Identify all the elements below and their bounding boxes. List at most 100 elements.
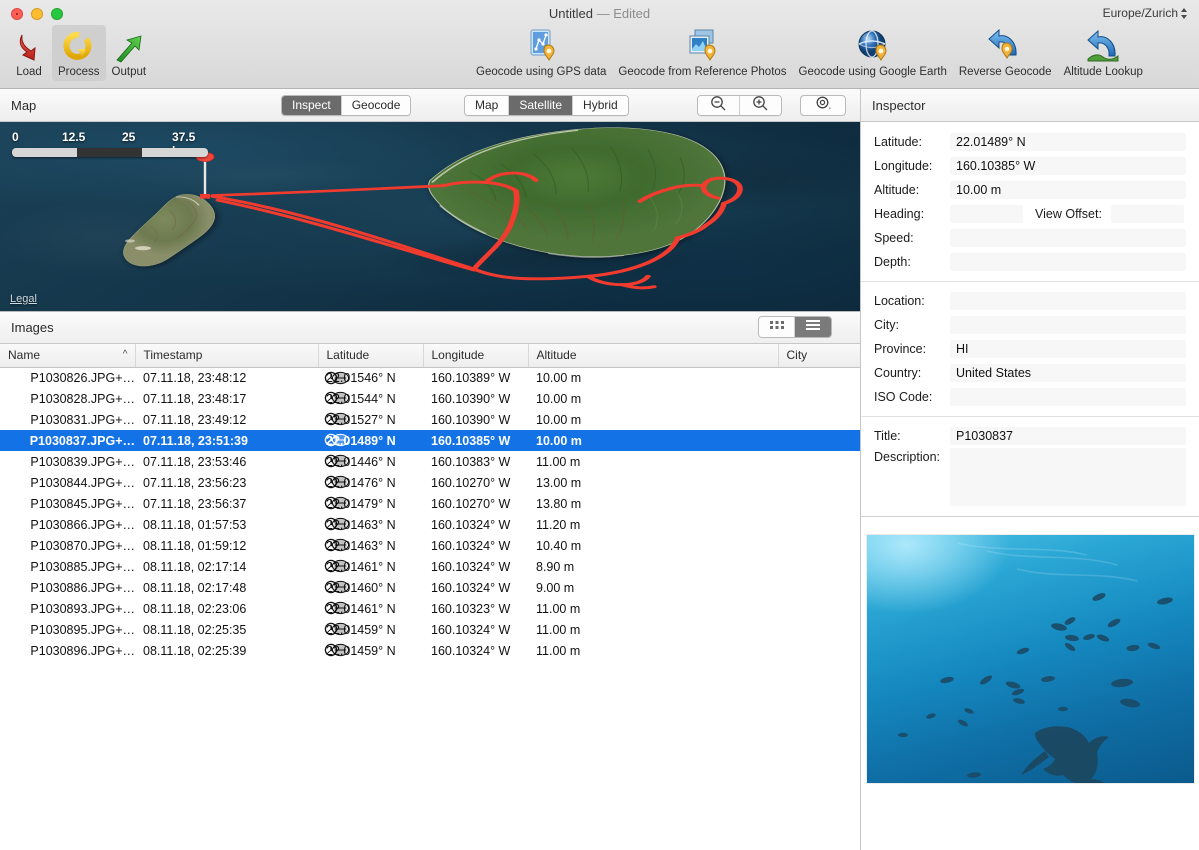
- column-header-name[interactable]: Name ^: [0, 343, 136, 368]
- column-header-latitude[interactable]: Latitude: [318, 343, 424, 368]
- images-table-header-row: Name ^ Timestamp Latitude Longitude Alti…: [0, 343, 860, 368]
- inspector-row-iso-code: ISO Code:: [861, 385, 1199, 409]
- cell-latitude: 22.01459° N: [324, 643, 396, 658]
- table-row[interactable]: P1030893.JPG+… 08.11.18, 02:23:06 22.01461…: [0, 598, 860, 619]
- altitude-label: Altitude:: [874, 183, 920, 197]
- map-zoom-controls[interactable]: [697, 94, 782, 116]
- source-clock-globe-icon: [324, 643, 350, 657]
- tab-geocode[interactable]: Geocode: [341, 95, 411, 115]
- table-row[interactable]: P1030831.JPG+… 07.11.18, 23:49:12 22.01527…: [0, 409, 860, 430]
- heading-label: Heading:: [874, 207, 925, 221]
- toolbar-reverse-geocode-button[interactable]: Reverse Geocode: [953, 25, 1058, 81]
- cell-timestamp: 07.11.18, 23:51:39: [143, 433, 248, 448]
- speed-field[interactable]: [950, 229, 1186, 247]
- table-empty-space: [0, 661, 860, 850]
- toolbar-geocode-google-earth-button[interactable]: Geocode using Google Earth: [793, 25, 953, 81]
- toolbar-altitude-lookup-label: Altitude Lookup: [1063, 66, 1143, 78]
- view-offset-field[interactable]: [1110, 205, 1184, 223]
- toolbar-process-button[interactable]: Process: [52, 25, 106, 81]
- map-type-segmented-control[interactable]: Map Satellite Hybrid: [464, 94, 629, 116]
- table-row[interactable]: P1030896.JPG+… 08.11.18, 02:25:39 22.01459…: [0, 640, 860, 661]
- zoom-out-button[interactable]: [698, 95, 740, 115]
- toolbar-altitude-lookup-button[interactable]: Altitude Lookup: [1058, 25, 1149, 81]
- city-field[interactable]: [950, 316, 1186, 334]
- cell-altitude: 9.00 m: [536, 580, 575, 595]
- column-header-timestamp[interactable]: Timestamp: [135, 343, 319, 368]
- zoom-in-button[interactable]: [740, 95, 781, 115]
- depth-label: Depth:: [874, 255, 911, 269]
- load-arrow-down-icon: [12, 27, 46, 65]
- latitude-field[interactable]: 22.01489° N: [950, 133, 1186, 151]
- map-options-button[interactable]: [800, 94, 846, 116]
- table-row[interactable]: P1030845.JPG+… 07.11.18, 23:56:37 22.01479…: [0, 493, 860, 514]
- cell-latitude: 22.01463° N: [324, 517, 396, 532]
- country-field[interactable]: United States: [950, 364, 1186, 382]
- map-mode-segmented-control[interactable]: Inspect Geocode: [281, 94, 412, 116]
- inspector-row-depth: Depth:: [861, 250, 1199, 274]
- tab-hybrid[interactable]: Hybrid: [573, 95, 628, 115]
- inspector-preview-container: [861, 517, 1199, 850]
- map-view[interactable]: 0 12.5 25 37.5 km Legal: [0, 122, 860, 311]
- image-preview[interactable]: [866, 535, 1194, 783]
- depth-field[interactable]: [950, 253, 1186, 271]
- cell-name: P1030886.JPG+…: [30, 580, 135, 595]
- description-field[interactable]: [950, 448, 1186, 506]
- longitude-field[interactable]: 160.10385° W: [950, 157, 1186, 175]
- cell-altitude: 8.90 m: [536, 559, 575, 574]
- cell-name: P1030839.JPG+…: [30, 454, 135, 469]
- toolbar-load-button[interactable]: Load: [6, 25, 52, 81]
- cell-name: P1030870.JPG+…: [30, 538, 135, 553]
- title-field[interactable]: P1030837: [950, 427, 1186, 445]
- process-circular-arrow-icon: [62, 27, 96, 65]
- fish-school: [897, 593, 1173, 778]
- map-legal-link[interactable]: Legal: [10, 293, 37, 305]
- images-table-container[interactable]: Name ^ Timestamp Latitude Longitude Alti…: [0, 343, 860, 850]
- toolbar-output-button[interactable]: Output: [106, 25, 153, 81]
- list-view-button[interactable]: [795, 317, 831, 338]
- toolbar-reverse-geocode-label: Reverse Geocode: [958, 66, 1052, 78]
- tab-map[interactable]: Map: [465, 95, 510, 115]
- cell-latitude: 22.01461° N: [324, 601, 396, 616]
- cell-latitude: 22.01544° N: [324, 391, 396, 406]
- cell-city: [778, 556, 860, 577]
- location-field[interactable]: [950, 292, 1186, 310]
- grid-view-button[interactable]: [759, 317, 795, 338]
- tab-satellite[interactable]: Satellite: [509, 95, 574, 115]
- source-clock-globe-icon: [324, 454, 350, 468]
- altitude-field[interactable]: 10.00 m: [950, 181, 1186, 199]
- inspector-row-title: Title: P1030837: [861, 424, 1199, 448]
- cell-latitude: 22.01546° N: [324, 371, 396, 385]
- cell-altitude: 13.80 m: [536, 496, 582, 511]
- inspector-row-speed: Speed:: [861, 226, 1199, 250]
- table-row[interactable]: P1030866.JPG+… 08.11.18, 01:57:53 22.01463…: [0, 514, 860, 535]
- table-row[interactable]: P1030826.JPG+… 07.11.18, 23:48:12 22.01546…: [0, 367, 860, 388]
- tab-inspect[interactable]: Inspect: [282, 95, 342, 115]
- table-row[interactable]: P1030870.JPG+… 08.11.18, 01:59:12 22.01463…: [0, 535, 860, 556]
- table-row[interactable]: P1030844.JPG+… 07.11.18, 23:56:23 22.01476…: [0, 472, 860, 493]
- table-row[interactable]: P1030886.JPG+… 08.11.18, 02:17:48 22.01460…: [0, 577, 860, 598]
- province-field[interactable]: HI: [950, 340, 1186, 358]
- cell-altitude: 10.40 m: [536, 538, 582, 553]
- toolbar-geocode-gps-button[interactable]: Geocode using GPS data: [470, 25, 612, 81]
- inspector-row-location: Location:: [861, 289, 1199, 313]
- table-row[interactable]: P1030837.JPG+… 07.11.18, 23:51:39 22.01489…: [0, 430, 860, 452]
- chevron-updown-icon: [1180, 7, 1188, 20]
- cell-city: [778, 598, 860, 619]
- underwater-photo-shark-and-fish: [897, 542, 1173, 783]
- images-view-toggle[interactable]: [758, 316, 832, 339]
- timezone-popup[interactable]: Europe/Zurich: [1100, 5, 1191, 21]
- table-row[interactable]: P1030885.JPG+… 08.11.18, 02:17:14 22.01461…: [0, 556, 860, 577]
- column-header-city[interactable]: City: [778, 343, 860, 368]
- column-header-longitude[interactable]: Longitude: [423, 343, 529, 368]
- table-row[interactable]: P1030828.JPG+… 07.11.18, 23:48:17 22.01544…: [0, 388, 860, 409]
- reference-photos-pin-icon: [683, 27, 721, 65]
- table-row[interactable]: P1030895.JPG+… 08.11.18, 02:25:35 22.01459…: [0, 619, 860, 640]
- column-header-altitude[interactable]: Altitude: [528, 343, 779, 368]
- iso-code-field[interactable]: [950, 388, 1186, 406]
- inspector-divider-1: [861, 281, 1199, 282]
- table-row[interactable]: P1030839.JPG+… 07.11.18, 23:53:46 22.01446…: [0, 451, 860, 472]
- cell-latitude: 22.01461° N: [324, 559, 396, 574]
- toolbar-geocode-reference-button[interactable]: Geocode from Reference Photos: [612, 25, 792, 81]
- shark-silhouette: [1020, 726, 1109, 783]
- heading-field[interactable]: [950, 205, 1023, 223]
